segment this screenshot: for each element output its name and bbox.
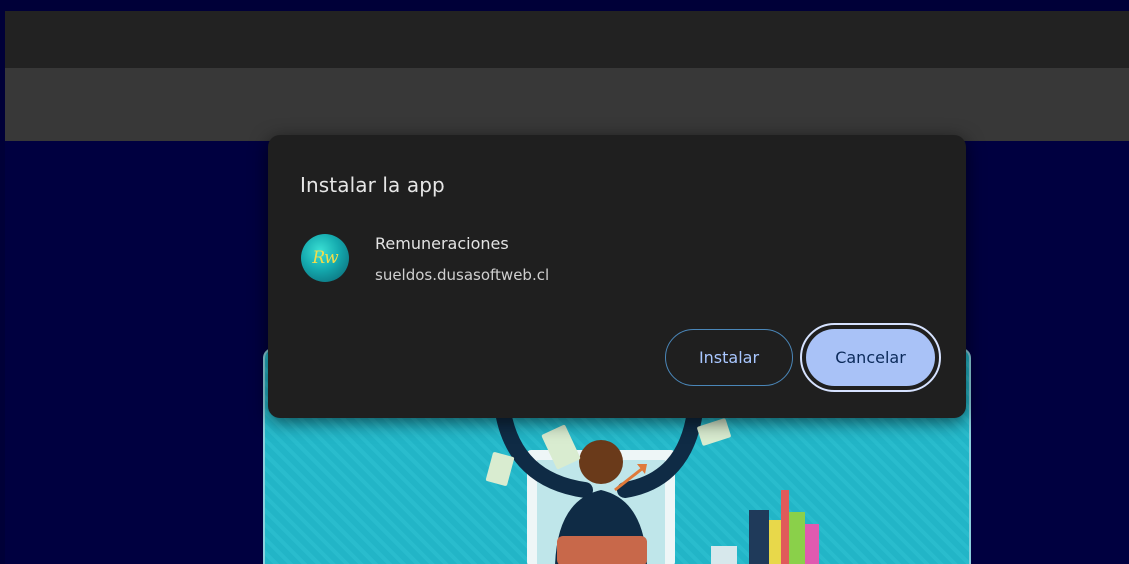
- book: [805, 524, 819, 564]
- money-bill: [485, 452, 515, 486]
- person-head: [579, 440, 623, 484]
- dialog-title: Instalar la app: [300, 173, 445, 197]
- browser-toolbar: [5, 68, 1129, 141]
- install-button[interactable]: Instalar: [665, 329, 793, 386]
- book: [789, 512, 805, 564]
- cancel-button-label: Cancelar: [835, 348, 906, 367]
- book: [749, 510, 769, 564]
- pen-holder: [711, 546, 737, 564]
- chair-back: [557, 536, 647, 564]
- install-button-label: Instalar: [698, 348, 760, 367]
- app-url: sueldos.dusasoftweb.cl: [375, 266, 550, 284]
- book: [781, 490, 789, 564]
- app-name: Remuneraciones: [375, 234, 509, 253]
- money-bill: [697, 418, 731, 446]
- cancel-button[interactable]: Cancelar: [800, 323, 941, 392]
- install-app-dialog: Instalar la app Rw Remuneraciones sueldo…: [268, 135, 966, 418]
- app-logo-text: Rw: [312, 248, 338, 268]
- browser-title-bar: [5, 11, 1129, 68]
- app-logo-icon: Rw: [301, 234, 349, 282]
- book: [769, 520, 781, 564]
